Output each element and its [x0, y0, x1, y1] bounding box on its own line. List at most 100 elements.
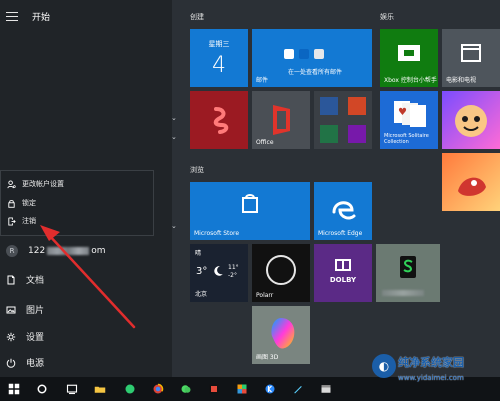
watermark-title: 纯净系统家园	[398, 356, 464, 369]
gear-icon	[6, 332, 16, 341]
menu-item-change-account-settings[interactable]: 更改帐户设置	[7, 179, 64, 189]
tile-office-apps[interactable]	[314, 91, 372, 149]
weather-temp: 3°	[196, 266, 208, 277]
tile-label: 邮件	[256, 77, 269, 84]
tile-app-red[interactable]	[190, 91, 248, 149]
left-item-documents[interactable]: 文档	[6, 273, 44, 286]
tile-label: Office	[256, 139, 274, 146]
section-entertainment: 娱乐	[380, 13, 394, 21]
windows-icon[interactable]	[6, 381, 22, 397]
app-window-icon[interactable]	[318, 381, 334, 397]
mail-icons	[284, 49, 324, 59]
chevron-down-icon[interactable]: ⌄	[171, 114, 177, 122]
dragon-icon	[458, 177, 486, 196]
tile-label: Microsoft Solitaire Collection	[384, 133, 429, 145]
chevron-down-icon[interactable]: ⌄	[171, 222, 177, 230]
tile-mail[interactable]: 在一处查看所有邮件 邮件	[252, 29, 372, 87]
tile-label: Polarr	[256, 292, 274, 299]
tile-dolby[interactable]: DOLBY	[314, 244, 372, 302]
chevron-down-icon[interactable]: ⌄	[171, 133, 177, 141]
powerpoint-icon	[348, 97, 366, 115]
app-k-icon[interactable]	[262, 381, 278, 397]
left-item-label: 图片	[26, 306, 45, 316]
power-icon	[6, 358, 16, 368]
picture-icon	[6, 306, 16, 313]
left-item-label: 电源	[26, 359, 45, 369]
account-prefix: 122	[28, 246, 46, 256]
dolby-text: DOLBY	[329, 276, 357, 284]
tile-label: Microsoft Edge	[318, 230, 363, 237]
left-item-settings[interactable]: 设置	[6, 330, 44, 343]
tile-store[interactable]: Microsoft Store	[190, 182, 310, 240]
wechat-icon[interactable]	[178, 381, 194, 397]
avatar-letter: R	[9, 247, 15, 255]
svg-text:♥: ♥	[398, 107, 407, 118]
app-pen-icon[interactable]	[290, 381, 306, 397]
tile-calendar[interactable]: 星期三 4	[190, 29, 248, 87]
weather-condition: 晴	[195, 250, 202, 257]
mail-icon	[314, 49, 324, 59]
account-name: 122 om	[28, 246, 105, 256]
hamburger-icon[interactable]	[6, 11, 18, 22]
tile-edge[interactable]: Microsoft Edge	[314, 182, 372, 240]
chrome-icon[interactable]	[150, 381, 166, 397]
watermark-url: www.yidaimei.com	[398, 374, 464, 382]
account-row[interactable]: R 122 om	[6, 245, 105, 257]
document-icon	[7, 275, 15, 284]
cortana-circle-icon[interactable]	[34, 381, 50, 397]
mail-subtitle: 在一处查看所有邮件	[288, 69, 343, 76]
tile-polarr[interactable]: Polarr	[252, 244, 310, 302]
watermark-logo-icon: ◐	[372, 354, 396, 378]
blurred-account-text	[47, 246, 90, 255]
start-left-rail: 开始 更改帐户设置 锁定 注销 R 122 om 文档 图片 设置 电源	[0, 0, 172, 377]
tile-game-dragon[interactable]	[442, 153, 500, 211]
outlook-icon	[299, 49, 309, 59]
task-view-icon[interactable]	[64, 381, 80, 397]
app-dark-icon[interactable]	[206, 381, 222, 397]
section-create: 创建	[190, 13, 204, 21]
menu-item-sign-out[interactable]: 注销	[7, 216, 36, 226]
dolby-logo-icon	[335, 259, 351, 271]
app-multi-color-icon[interactable]	[234, 381, 250, 397]
start-title: 开始	[32, 13, 51, 23]
tile-weather[interactable]: 晴 3° 11° -2° 北京	[190, 244, 248, 302]
left-item-pictures[interactable]: 图片	[6, 303, 44, 316]
calendar-day: 4	[212, 53, 226, 78]
tile-label: Xbox 控制台小帮手	[384, 77, 437, 84]
tile-xbox[interactable]: Xbox 控制台小帮手	[380, 29, 438, 87]
tile-app-s[interactable]	[376, 244, 440, 302]
tile-label: Microsoft Store	[194, 230, 240, 237]
game-art-icon	[455, 105, 487, 137]
weather-low: -2°	[228, 272, 237, 279]
menu-label: 注销	[22, 217, 36, 225]
tile-office[interactable]: Office	[252, 91, 310, 149]
onenote-icon	[348, 125, 366, 143]
app-green-icon[interactable]	[122, 381, 138, 397]
account-menu: 更改帐户设置 锁定 注销	[0, 170, 154, 236]
calendar-weekday: 星期三	[208, 40, 230, 48]
tile-paint3d[interactable]: 画图 3D	[252, 306, 310, 364]
watermark: ◐ 纯净系统家园 www.yidaimei.com	[370, 352, 498, 396]
left-item-label: 文档	[26, 276, 45, 286]
menu-label: 更改帐户设置	[22, 180, 64, 188]
weather-city: 北京	[195, 291, 208, 298]
google-icon	[284, 49, 294, 59]
start-header: 开始	[6, 10, 50, 23]
menu-item-lock[interactable]: 锁定	[7, 198, 36, 208]
left-item-power[interactable]: 电源	[6, 356, 44, 369]
moon-icon	[214, 266, 223, 276]
left-item-label: 设置	[26, 333, 45, 343]
word-icon	[320, 97, 338, 115]
person-settings-icon	[7, 179, 16, 188]
tile-game-bubble[interactable]	[442, 91, 500, 149]
tile-label: 电影和电视	[446, 77, 477, 84]
section-browse: 浏览	[190, 166, 204, 174]
tile-movies[interactable]: 电影和电视	[442, 29, 500, 87]
file-explorer-icon[interactable]	[92, 381, 108, 397]
lock-icon	[8, 199, 15, 208]
account-suffix: om	[91, 246, 106, 256]
sign-out-icon	[8, 216, 16, 226]
tile-solitaire[interactable]: ♥ Microsoft Solitaire Collection	[380, 91, 438, 149]
blurred-tile-label	[382, 290, 424, 296]
avatar: R	[6, 245, 18, 257]
